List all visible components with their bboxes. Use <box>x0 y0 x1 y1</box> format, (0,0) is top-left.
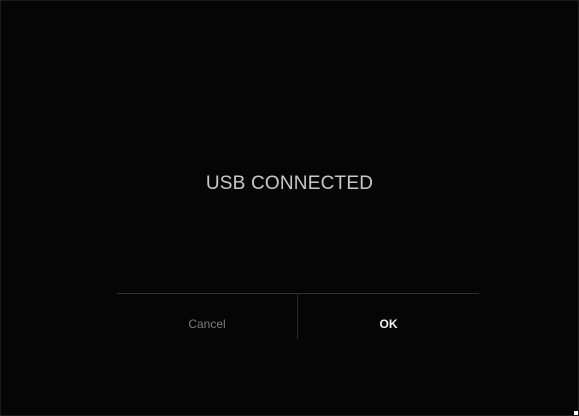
cancel-button[interactable]: Cancel <box>117 294 297 354</box>
device-screen: USB CONNECTED Cancel OK <box>0 0 579 416</box>
ok-button[interactable]: OK <box>298 294 479 354</box>
dialog-message: USB CONNECTED <box>205 173 374 194</box>
